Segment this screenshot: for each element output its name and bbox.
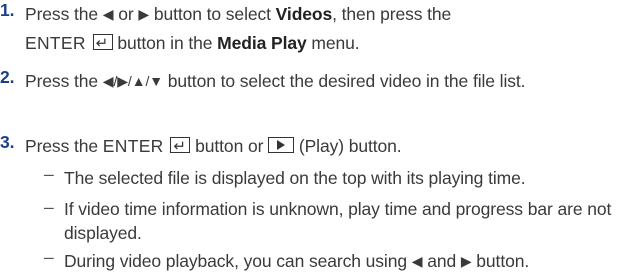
enter-label: ENTER (102, 136, 164, 156)
dash: – (44, 247, 54, 267)
text-fragment: Press the (25, 136, 99, 156)
step-number: 2. (0, 67, 15, 87)
left-arrow-icon: ◀ (102, 6, 114, 22)
enter-icon (92, 30, 113, 58)
text-fragment: and (427, 251, 457, 271)
enter-label: ENTER (25, 33, 86, 53)
text-fragment: button to select (153, 4, 271, 24)
step-text: Press the ENTER button or (Play) button. (25, 132, 616, 161)
step-number: 3. (0, 132, 15, 152)
step-number: 1. (0, 0, 15, 20)
text-fragment: (Play) button. (298, 136, 402, 156)
text-fragment: , then press the (332, 4, 452, 24)
text-fragment: button to select the desired video in th… (167, 71, 526, 91)
text-fragment: Press the (25, 4, 99, 24)
step-text: Press the ◀/▶/▲/▼ button to select the d… (25, 67, 616, 96)
step-text: Press the ◀ or ▶ button to select Videos… (25, 0, 616, 58)
note-text: If video time information is unknown, pl… (64, 199, 612, 243)
text-fragment: During video playback, you can search us… (64, 251, 407, 271)
note-text: During video playback, you can search us… (64, 247, 620, 276)
right-arrow-icon: ▶ (460, 253, 472, 269)
media-play-label: Media Play (217, 33, 307, 53)
text-fragment: menu. (311, 33, 360, 53)
right-arrow-icon: ▶ (138, 6, 150, 22)
direction-arrows-icon: ◀/▶/▲/▼ (102, 73, 164, 89)
text-fragment: button. (476, 251, 530, 271)
text-fragment: button in the (117, 33, 213, 53)
dash: – (44, 197, 54, 217)
dash: – (44, 164, 54, 184)
text-fragment: button or (195, 136, 264, 156)
videos-label: Videos (275, 4, 333, 24)
note-text: The selected file is displayed on the to… (64, 168, 526, 188)
play-icon (268, 137, 295, 153)
left-arrow-icon: ◀ (411, 253, 423, 269)
text-fragment: or (118, 4, 134, 24)
text-fragment: Press the (25, 71, 99, 91)
enter-icon (170, 133, 191, 161)
